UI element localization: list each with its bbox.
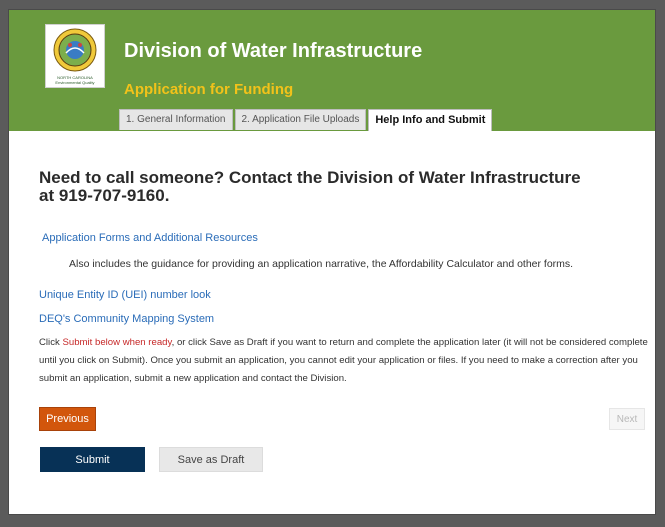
tab-help-info-and-submit[interactable]: Help Info and Submit	[368, 109, 493, 131]
header-banner: NORTH CAROLINA Environmental Quality Div…	[9, 10, 655, 131]
contact-heading: Need to call someone? Contact the Divisi…	[39, 168, 581, 205]
nc-deq-logo: NORTH CAROLINA Environmental Quality	[45, 24, 105, 88]
application-window: NORTH CAROLINA Environmental Quality Div…	[8, 9, 656, 515]
page-subtitle: Application for Funding	[124, 81, 294, 98]
previous-button[interactable]: Previous	[39, 407, 96, 431]
submit-button[interactable]: Submit	[40, 447, 145, 472]
application-forms-link[interactable]: Application Forms and Additional Resourc…	[42, 232, 258, 244]
tab-general-information[interactable]: 1. General Information	[119, 109, 233, 130]
page-title: Division of Water Infrastructure	[124, 40, 423, 62]
nc-seal-icon	[53, 28, 97, 72]
logo-caption: NORTH CAROLINA Environmental Quality	[55, 75, 95, 85]
next-button[interactable]: Next	[609, 408, 645, 430]
uei-lookup-link[interactable]: Unique Entity ID (UEI) number look	[39, 289, 211, 301]
tab-bar: 1. General Information 2. Application Fi…	[119, 109, 494, 131]
save-as-draft-button[interactable]: Save as Draft	[159, 447, 263, 472]
submit-instructions: Click Submit below when ready, or click …	[39, 334, 651, 388]
instructions-part-1: Click	[39, 337, 63, 348]
tab-application-file-uploads[interactable]: 2. Application File Uploads	[234, 109, 367, 130]
community-mapping-link[interactable]: DEQ's Community Mapping System	[39, 313, 214, 325]
instructions-highlight: Submit below when ready	[62, 337, 172, 348]
forms-note: Also includes the guidance for providing…	[69, 258, 574, 270]
